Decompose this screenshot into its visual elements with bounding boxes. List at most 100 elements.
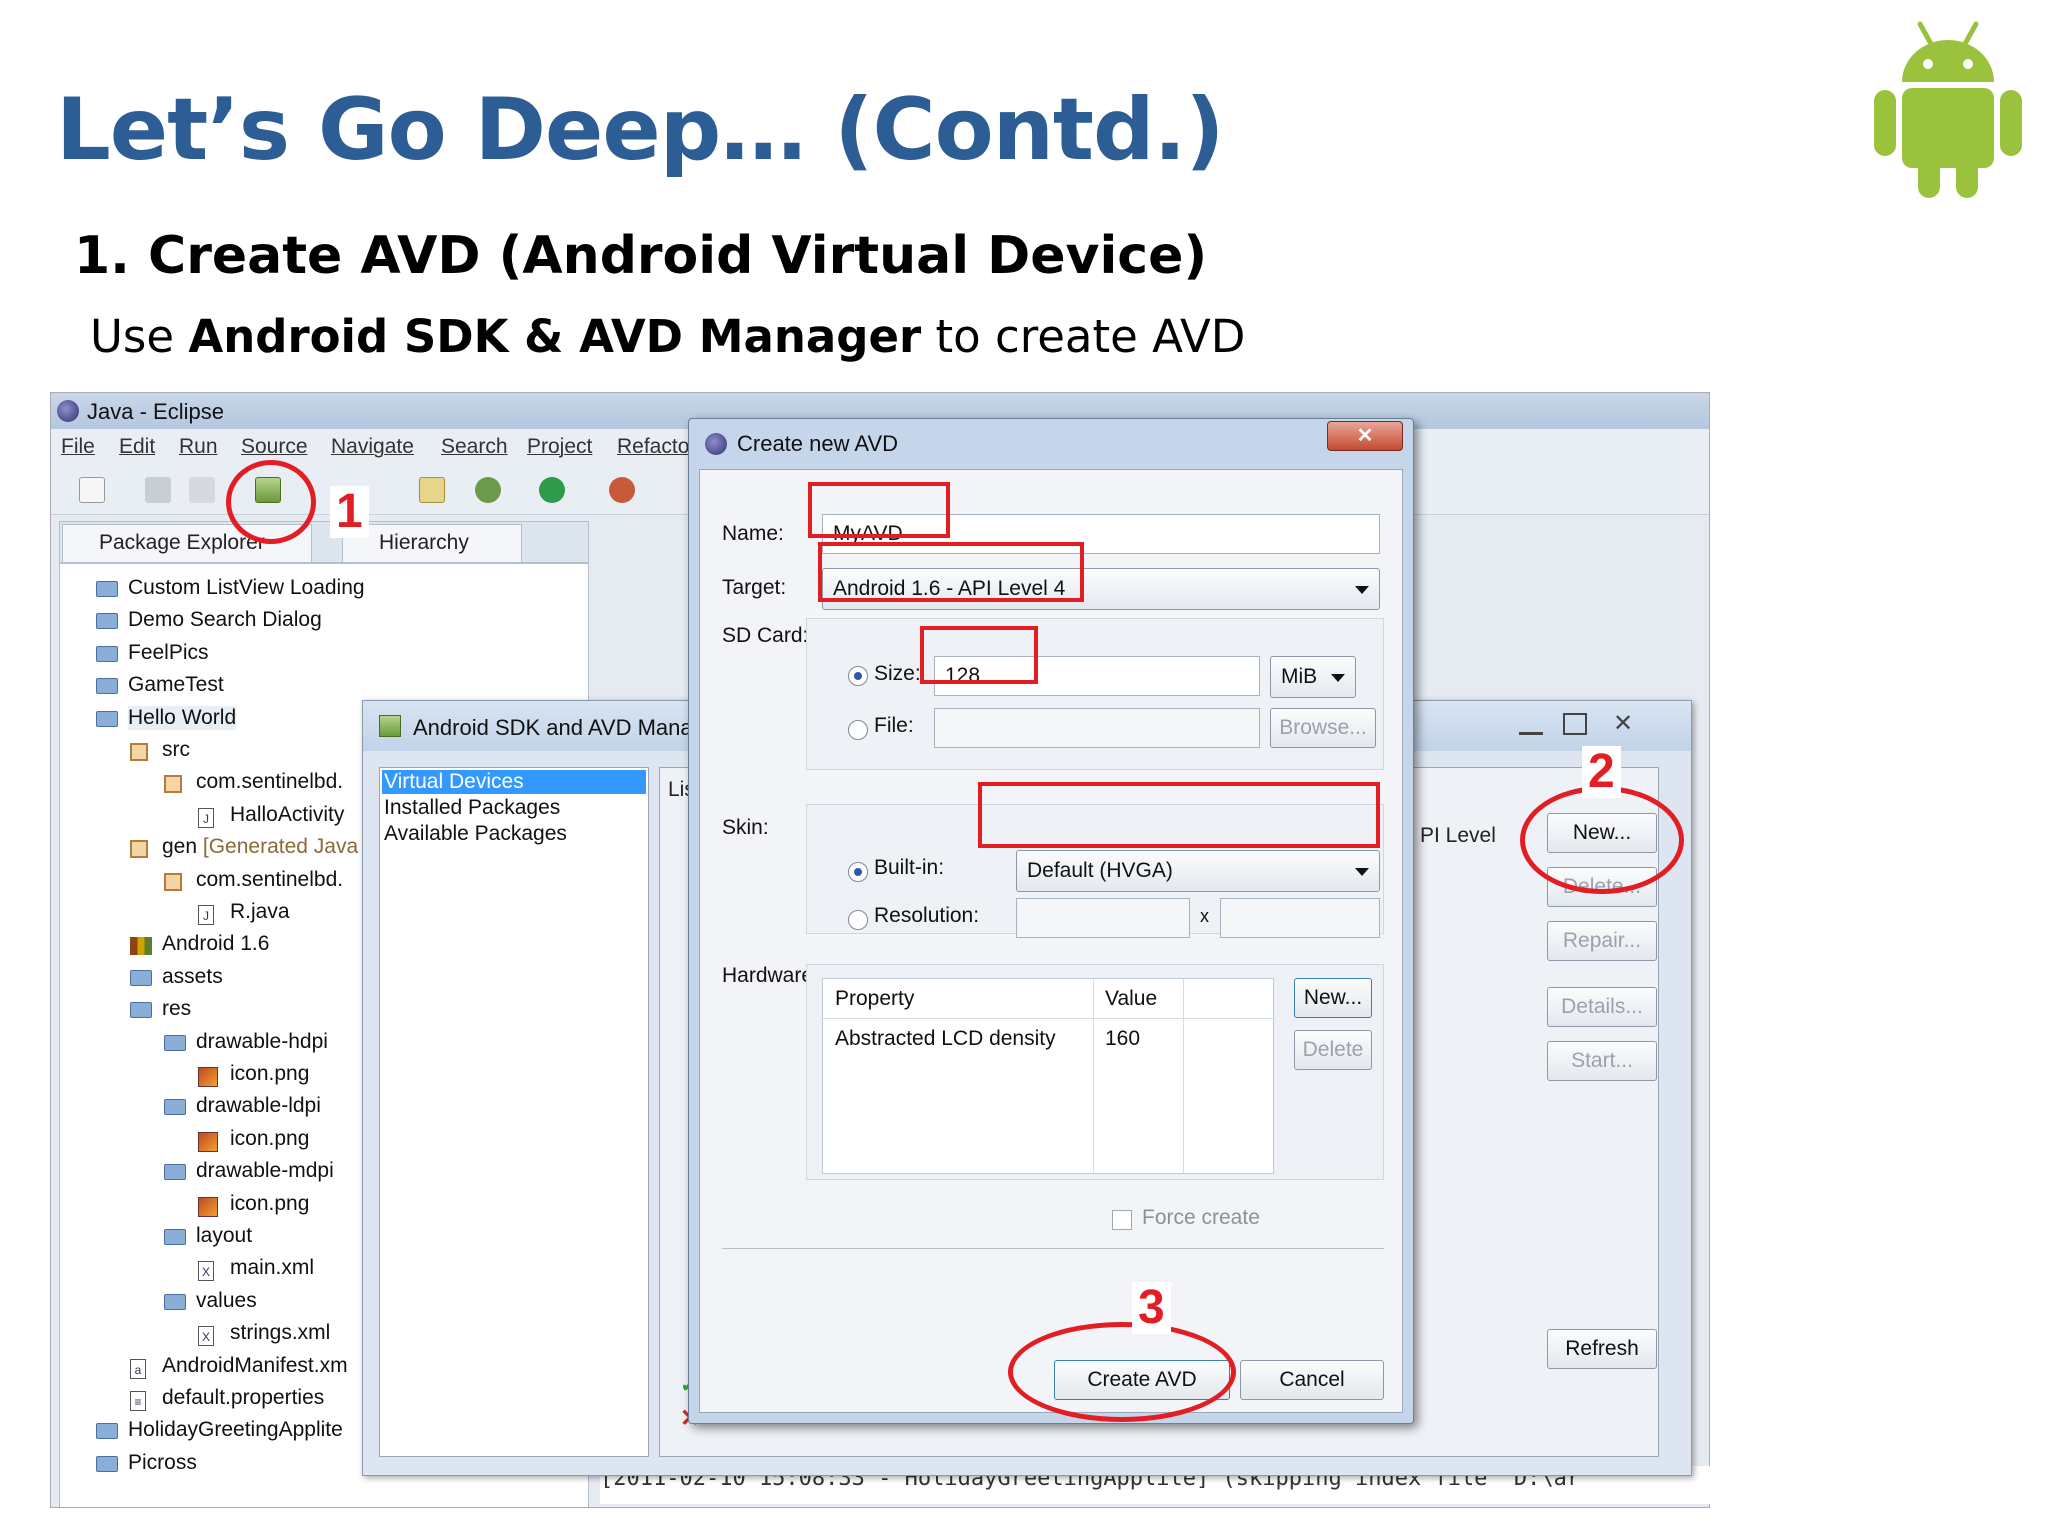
- menu-source[interactable]: Source: [241, 435, 308, 459]
- new-class-icon[interactable]: [419, 477, 445, 503]
- avd-refresh-button[interactable]: Refresh: [1547, 1329, 1657, 1369]
- tree-item-label: Hello World: [128, 705, 237, 729]
- tree-item[interactable]: HolidayGreetingApplite: [128, 1418, 343, 1442]
- save-icon[interactable]: [145, 477, 171, 503]
- resolution-radio[interactable]: [848, 910, 868, 930]
- text-file-icon: ≡: [130, 1391, 146, 1411]
- dialog-close-button[interactable]: ✕: [1327, 421, 1403, 451]
- hw-row-property[interactable]: Abstracted LCD density: [835, 1027, 1056, 1051]
- tree-item[interactable]: src: [162, 738, 190, 762]
- resolution-width-field[interactable]: [1016, 898, 1190, 938]
- close-icon[interactable]: ✕: [1613, 709, 1633, 738]
- package-icon: [164, 872, 182, 891]
- print-icon[interactable]: [189, 477, 215, 503]
- tree-item[interactable]: com.sentinelbd.: [196, 770, 343, 794]
- tree-item[interactable]: gen [Generated Java: [162, 835, 358, 859]
- builtin-radio[interactable]: [848, 862, 868, 882]
- tree-item-label: default.properties: [162, 1386, 325, 1409]
- tree-item-label: main.xml: [230, 1256, 315, 1280]
- tree-item[interactable]: drawable-mdpi: [196, 1159, 334, 1183]
- hw-delete-button[interactable]: Delete: [1294, 1030, 1372, 1070]
- subtitle-pre: Use: [90, 310, 189, 363]
- avd-start-button[interactable]: Start...: [1547, 1041, 1657, 1081]
- builtin-label: Built-in:: [874, 856, 945, 879]
- folder-icon: [164, 1099, 186, 1116]
- tree-item[interactable]: main.xml: [230, 1256, 314, 1280]
- tree-item[interactable]: drawable-hdpi: [196, 1030, 328, 1054]
- tree-item[interactable]: FeelPics: [128, 641, 209, 665]
- eclipse-title: Java - Eclipse: [87, 399, 224, 424]
- hw-row-value[interactable]: 160: [1105, 1027, 1140, 1051]
- nav-available-packages[interactable]: Available Packages: [384, 822, 567, 846]
- menu-search[interactable]: Search: [441, 435, 508, 459]
- tree-item[interactable]: HalloActivity: [230, 803, 344, 827]
- tree-item[interactable]: Custom ListView Loading: [128, 576, 365, 600]
- separator: [722, 1248, 1384, 1249]
- resolution-height-field[interactable]: [1220, 898, 1380, 938]
- tab-package-explorer-label: Package Explorer: [99, 531, 265, 554]
- tree-item[interactable]: values: [196, 1289, 257, 1313]
- chevron-down-icon: [1355, 868, 1369, 876]
- external-tools-icon[interactable]: [609, 477, 635, 503]
- tree-item[interactable]: res: [162, 997, 191, 1021]
- tree-item-label: GameTest: [128, 673, 224, 697]
- tree-item[interactable]: com.sentinelbd.: [196, 868, 343, 892]
- hw-header-property: Property: [835, 987, 915, 1010]
- tree-item-label: assets: [162, 964, 223, 988]
- tree-item[interactable]: GameTest: [128, 673, 224, 697]
- menu-refactor[interactable]: Refactor: [617, 435, 696, 459]
- size-label: Size:: [874, 662, 921, 685]
- tree-item[interactable]: AndroidManifest.xm: [162, 1354, 348, 1378]
- col-api-level: PI Level: [1420, 824, 1496, 847]
- file-label: File:: [874, 714, 914, 737]
- tree-item[interactable]: R.java: [230, 900, 290, 924]
- menu-project[interactable]: Project: [527, 435, 592, 459]
- force-create-checkbox[interactable]: [1112, 1210, 1132, 1230]
- run-icon[interactable]: [539, 477, 565, 503]
- file-radio[interactable]: [848, 720, 868, 740]
- menu-navigate[interactable]: Navigate: [331, 435, 414, 459]
- avd-details-button[interactable]: Details...: [1547, 987, 1657, 1027]
- debug-icon[interactable]: [475, 477, 501, 503]
- tree-item[interactable]: icon.png: [230, 1127, 309, 1151]
- annotation-target-box: [818, 542, 1084, 602]
- tree-item[interactable]: default.properties: [162, 1386, 324, 1410]
- tree-item-label: gen: [162, 835, 198, 859]
- tree-item-label: layout: [196, 1224, 253, 1247]
- java-file-icon: J: [198, 905, 214, 925]
- col-divider: [1093, 979, 1094, 1173]
- tree-item[interactable]: drawable-ldpi: [196, 1094, 321, 1118]
- tree-item-label: icon.png: [230, 1062, 310, 1085]
- file-field[interactable]: [934, 708, 1260, 748]
- slide-title: Let’s Go Deep… (Contd.): [56, 80, 1225, 180]
- new-icon[interactable]: [79, 477, 105, 503]
- tree-item[interactable]: assets: [162, 965, 223, 989]
- menu-file[interactable]: File: [61, 435, 95, 459]
- skin-select[interactable]: Default (HVGA): [1016, 850, 1380, 892]
- tree-item[interactable]: layout: [196, 1224, 252, 1248]
- browse-button[interactable]: Browse...: [1270, 708, 1376, 748]
- tree-item[interactable]: strings.xml: [230, 1321, 330, 1345]
- cancel-button[interactable]: Cancel: [1240, 1360, 1384, 1400]
- project-icon: [96, 678, 118, 695]
- hw-new-button[interactable]: New...: [1294, 978, 1372, 1018]
- tree-item[interactable]: Demo Search Dialog: [128, 608, 322, 632]
- minimize-icon[interactable]: [1519, 717, 1543, 735]
- nav-virtual-devices[interactable]: Virtual Devices: [382, 770, 646, 794]
- tree-item-label: Demo Search Dialog: [128, 608, 322, 632]
- menu-edit[interactable]: Edit: [119, 435, 155, 459]
- tree-item[interactable]: Android 1.6: [162, 932, 269, 956]
- size-unit-select[interactable]: MiB: [1270, 656, 1356, 698]
- tree-item[interactable]: Hello World: [128, 705, 237, 730]
- folder-icon: [164, 1034, 186, 1051]
- tree-item[interactable]: Picross: [128, 1451, 197, 1475]
- menu-run[interactable]: Run: [179, 435, 218, 459]
- size-radio[interactable]: [848, 666, 868, 686]
- maximize-icon[interactable]: [1563, 713, 1587, 735]
- tree-item[interactable]: icon.png: [230, 1192, 309, 1216]
- hardware-label: Hardware:: [722, 964, 819, 987]
- nav-installed-packages[interactable]: Installed Packages: [384, 796, 560, 820]
- tab-hierarchy[interactable]: Hierarchy: [342, 524, 522, 562]
- avd-repair-button[interactable]: Repair...: [1547, 921, 1657, 961]
- tree-item[interactable]: icon.png: [230, 1062, 309, 1086]
